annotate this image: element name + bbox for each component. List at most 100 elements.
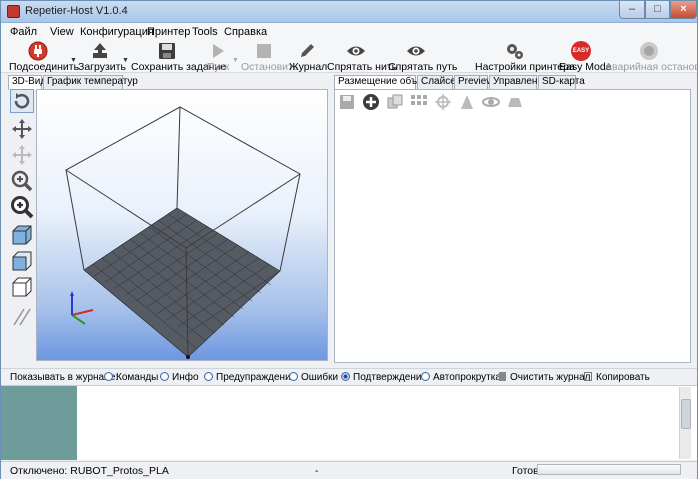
- center-object-icon[interactable]: [434, 93, 452, 111]
- load-label: Загрузить: [78, 61, 126, 73]
- scale-object-icon[interactable]: [458, 93, 476, 111]
- trash-icon: [499, 372, 506, 381]
- autoposition-icon[interactable]: [410, 93, 428, 111]
- menu-file[interactable]: Файл: [10, 26, 37, 38]
- filter-confirm[interactable]: Подтверждение: [341, 372, 427, 383]
- window-title: Repetier-Host V1.0.4: [25, 5, 128, 17]
- tab-control[interactable]: Управление: [489, 75, 549, 89]
- log-highlight-block: [1, 386, 77, 460]
- radio-icon: [341, 372, 350, 381]
- filter-warnings[interactable]: Предупраждения: [204, 372, 296, 383]
- menu-view[interactable]: View: [50, 26, 74, 38]
- printer-state: Готов: [512, 465, 539, 477]
- chevron-down-icon[interactable]: ▼: [122, 57, 129, 64]
- tab-sd-card[interactable]: SD-карта: [538, 75, 585, 89]
- cut-object-icon[interactable]: [506, 93, 524, 111]
- add-object-icon[interactable]: [362, 93, 380, 111]
- radio-icon: [160, 372, 169, 381]
- stop-label: Остановить: [241, 61, 299, 73]
- toolbar: Подсоединить ▼ Загрузить ▼ Сохранить зад…: [1, 41, 698, 73]
- title-bar: Repetier-Host V1.0.4 – □ ×: [1, 1, 697, 23]
- hide-path-button[interactable]: Спрятать путь: [388, 41, 457, 73]
- menu-configuration[interactable]: Конфигурация: [80, 26, 154, 38]
- view-tools: [10, 89, 36, 359]
- parallel-projection-icon[interactable]: [10, 305, 34, 329]
- run-label: Пуск: [206, 61, 230, 73]
- connect-label: Подсоединить: [9, 61, 80, 73]
- eye-icon: [347, 46, 365, 56]
- print-bed-scene: [65, 106, 301, 359]
- menu-tools[interactable]: Tools: [192, 26, 218, 38]
- stop-icon: [257, 44, 271, 58]
- view-iso-icon[interactable]: [10, 223, 34, 247]
- main-window: Repetier-Host V1.0.4 – □ × Файл View Кон…: [0, 0, 698, 479]
- copy-log-button[interactable]: Копировать: [584, 372, 650, 383]
- move-object-icon[interactable]: [10, 143, 34, 167]
- menu-help[interactable]: Справка: [224, 26, 267, 38]
- gears-icon: [507, 44, 523, 59]
- scrollbar-thumb[interactable]: [681, 399, 691, 429]
- filter-autoscroll[interactable]: Автопрокрутка: [421, 372, 501, 383]
- emergency-stop-button[interactable]: Аварийная остановка: [605, 41, 698, 73]
- close-button[interactable]: ×: [670, 1, 697, 19]
- 3d-view-canvas[interactable]: [36, 89, 328, 361]
- move-icon[interactable]: [10, 117, 34, 141]
- zoom-icon[interactable]: [10, 169, 34, 193]
- log-output[interactable]: [1, 385, 697, 460]
- chevron-down-icon[interactable]: ▼: [70, 57, 77, 64]
- zoom-fit-icon[interactable]: [10, 195, 34, 219]
- object-placement-panel: [334, 89, 691, 363]
- log-filter-label: Показывать в журнале:: [10, 372, 119, 383]
- tab-temperature-graph[interactable]: График температур: [43, 75, 138, 89]
- rotate-object-icon[interactable]: [482, 93, 500, 111]
- menu-bar: Файл View Конфигурация Принтер Tools Спр…: [1, 23, 697, 41]
- hide-filament-button[interactable]: Спрятать нить: [327, 41, 398, 73]
- easy-mode-label: Easy Mode: [559, 61, 612, 73]
- log-button[interactable]: Журнал: [289, 41, 328, 73]
- emergency-stop-label: Аварийная остановка: [605, 61, 698, 73]
- printer-settings-label: Настройки принтера: [475, 61, 575, 73]
- save-job-button[interactable]: Сохранить задание: [131, 41, 227, 73]
- log-filter-bar: Показывать в журнале: Команды Инфо Преду…: [1, 368, 697, 385]
- copy-icon: [584, 372, 592, 381]
- eye-icon: [407, 46, 425, 56]
- tab-object-placement[interactable]: Размещение объекта: [334, 75, 437, 90]
- connection-status: Отключено: RUBOT_Protos_PLA: [10, 465, 169, 477]
- save-job-label: Сохранить задание: [131, 61, 227, 73]
- menu-printer[interactable]: Принтер: [147, 26, 190, 38]
- connect-button[interactable]: Подсоединить: [9, 41, 80, 73]
- view-front-icon[interactable]: [10, 249, 34, 273]
- minimize-button[interactable]: –: [619, 1, 645, 19]
- log-scrollbar[interactable]: [679, 387, 691, 459]
- tab-3d-view[interactable]: 3D-Вид: [8, 75, 46, 90]
- power-plug-icon: [28, 41, 48, 61]
- status-separator: -: [315, 465, 319, 477]
- view-top-icon[interactable]: [10, 275, 34, 299]
- floppy-disk-icon: [159, 43, 175, 59]
- filter-info[interactable]: Инфо: [160, 372, 199, 383]
- play-icon: [213, 44, 224, 58]
- radio-icon: [421, 372, 430, 381]
- radio-icon: [289, 372, 298, 381]
- floppy-disk-icon[interactable]: [338, 93, 356, 111]
- printer-settings-button[interactable]: Настройки принтера: [475, 41, 575, 73]
- log-label: Журнал: [289, 61, 328, 73]
- pencil-icon: [301, 44, 314, 57]
- hide-filament-label: Спрятать нить: [327, 61, 398, 73]
- easy-mode-button[interactable]: EASY Easy Mode: [559, 41, 612, 73]
- copy-object-icon[interactable]: [386, 93, 404, 111]
- tab-preview[interactable]: Preview: [454, 75, 494, 89]
- tab-slicer[interactable]: Слайсер: [417, 75, 461, 89]
- clear-log-button[interactable]: Очистить журнал: [499, 372, 590, 383]
- stop-button[interactable]: Остановить: [241, 41, 299, 73]
- filter-commands[interactable]: Команды: [104, 372, 158, 383]
- rotate-icon[interactable]: [10, 89, 34, 113]
- radio-icon: [204, 372, 213, 381]
- maximize-button[interactable]: □: [645, 1, 670, 19]
- chevron-down-icon[interactable]: ▼: [232, 57, 239, 64]
- axis-gizmo: [70, 291, 94, 325]
- filter-errors[interactable]: Ошибки: [289, 372, 338, 383]
- radio-icon: [104, 372, 113, 381]
- run-button[interactable]: Пуск: [205, 41, 231, 73]
- load-button[interactable]: Загрузить: [78, 41, 126, 73]
